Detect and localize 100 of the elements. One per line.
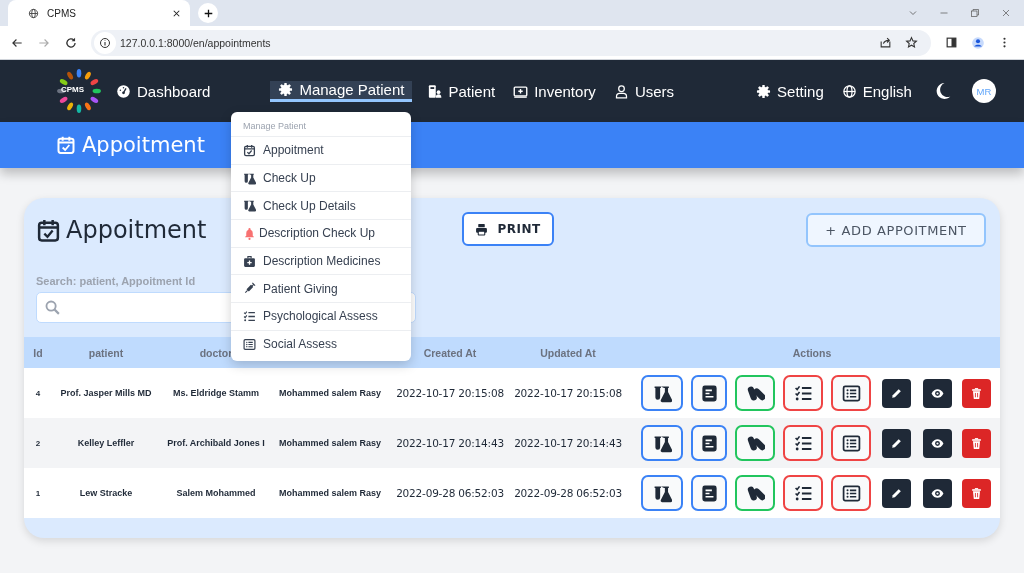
tab-title: CPMS bbox=[47, 7, 77, 19]
user-icon bbox=[613, 83, 629, 99]
nav-link[interactable]: Setting bbox=[756, 81, 824, 101]
menu-item[interactable]: Social Assess bbox=[231, 329, 411, 358]
globe-icon bbox=[28, 7, 39, 19]
social-button[interactable] bbox=[831, 475, 871, 511]
gear-icon bbox=[278, 82, 294, 97]
calendar-check-icon bbox=[36, 217, 61, 243]
nav-link[interactable]: English bbox=[841, 81, 912, 101]
view-button[interactable] bbox=[923, 378, 952, 408]
menu-item[interactable]: Check Up bbox=[231, 163, 411, 192]
assess-button[interactable] bbox=[783, 475, 823, 511]
table-cell-text: 2022-09-28 06:52:03 bbox=[395, 487, 505, 499]
flask-icon bbox=[652, 433, 672, 453]
column-header: Updated At bbox=[539, 346, 597, 359]
search-label: Search: patient, Appoitment Id bbox=[36, 275, 197, 287]
delete-button[interactable] bbox=[962, 478, 991, 508]
menu-item[interactable]: Patient Giving bbox=[231, 274, 411, 303]
menu-item[interactable]: Appoitment bbox=[231, 136, 411, 164]
edit-button[interactable] bbox=[882, 378, 911, 408]
calendar-check-icon bbox=[243, 143, 256, 157]
menu-item[interactable]: Psychological Assess bbox=[231, 302, 411, 330]
medkit-icon bbox=[243, 254, 256, 268]
checkup-button[interactable] bbox=[641, 475, 683, 511]
table-cell-text: Prof. Archibald Jones I bbox=[166, 438, 266, 448]
flask-icon bbox=[652, 483, 672, 503]
side-panel-icon[interactable] bbox=[945, 36, 958, 49]
details-button[interactable] bbox=[691, 425, 727, 461]
nav-link[interactable]: Users bbox=[613, 81, 675, 101]
medicine-button[interactable] bbox=[735, 375, 775, 411]
document-icon bbox=[699, 483, 719, 503]
flask-icon bbox=[243, 199, 256, 213]
checkup-button[interactable] bbox=[641, 375, 683, 411]
column-header: Id bbox=[32, 346, 44, 359]
table-cell-text: Mohammed salem Rasy bbox=[277, 388, 382, 398]
pencil-icon bbox=[890, 386, 903, 400]
list-icon bbox=[243, 337, 256, 351]
print-button[interactable]: PRINT bbox=[462, 212, 554, 246]
view-button[interactable] bbox=[923, 478, 952, 508]
menu-item[interactable]: Check Up Details bbox=[231, 191, 411, 220]
list-icon bbox=[841, 383, 861, 403]
inbox-icon bbox=[513, 83, 529, 99]
delete-button[interactable] bbox=[962, 378, 991, 408]
ribbon-ring-icon bbox=[56, 68, 102, 114]
edit-button[interactable] bbox=[882, 428, 911, 458]
table-cell-text: 2022-10-17 20:14:43 bbox=[513, 437, 623, 449]
list-icon bbox=[841, 483, 861, 503]
assess-button[interactable] bbox=[783, 375, 823, 411]
view-button[interactable] bbox=[923, 428, 952, 458]
checklist-icon bbox=[243, 309, 256, 323]
nav-link[interactable]: Patient bbox=[427, 81, 496, 101]
social-button[interactable] bbox=[831, 375, 871, 411]
info-icon[interactable] bbox=[99, 36, 111, 49]
nav-link[interactable]: Dashboard bbox=[116, 81, 211, 101]
table-cell-text: 2 bbox=[34, 438, 42, 448]
menu-item[interactable]: Description Medicines bbox=[231, 246, 411, 275]
share-icon[interactable] bbox=[879, 36, 892, 49]
social-button[interactable] bbox=[831, 425, 871, 461]
reload-icon[interactable] bbox=[64, 35, 78, 50]
add-button[interactable]: + ADD APPOITMENT bbox=[806, 213, 986, 247]
table-cell-text: Mohammed salem Rasy bbox=[277, 488, 382, 498]
nav-link[interactable]: Inventory bbox=[513, 81, 596, 101]
gauge-icon bbox=[116, 83, 131, 99]
browser-tab[interactable]: CPMS bbox=[8, 0, 190, 26]
checklist-icon bbox=[793, 483, 813, 503]
profile-icon[interactable] bbox=[971, 35, 985, 50]
table-cell-text: Mohammed salem Rasy bbox=[277, 438, 382, 448]
address-bar[interactable]: 127.0.0.1:8000/en/appointments bbox=[91, 29, 931, 56]
medicine-button[interactable] bbox=[735, 425, 775, 461]
nav-link[interactable]: Manage Patient bbox=[270, 80, 413, 102]
table-cell-text: Ms. Eldridge Stamm bbox=[172, 388, 260, 398]
table-cell-text: Salem Mohammed bbox=[175, 488, 257, 498]
column-header: patient bbox=[87, 346, 125, 359]
table-cell-text: 2022-10-17 20:14:43 bbox=[395, 437, 505, 449]
details-button[interactable] bbox=[691, 475, 727, 511]
delete-button[interactable] bbox=[962, 428, 991, 458]
logo-text: CPMS bbox=[61, 85, 85, 94]
details-button[interactable] bbox=[691, 375, 727, 411]
printer-icon bbox=[475, 222, 489, 236]
trash-icon bbox=[970, 486, 983, 500]
search-icon bbox=[44, 299, 61, 316]
edit-button[interactable] bbox=[882, 478, 911, 508]
star-icon[interactable] bbox=[905, 36, 918, 49]
syringe-icon bbox=[243, 282, 256, 296]
assess-button[interactable] bbox=[783, 425, 823, 461]
table-cell-text: Prof. Jasper Mills MD bbox=[59, 388, 153, 398]
checkup-button[interactable] bbox=[641, 425, 683, 461]
menu-item[interactable]: Description Check Up bbox=[231, 219, 411, 247]
list-icon bbox=[841, 433, 861, 453]
trash-icon bbox=[970, 436, 983, 450]
calendar-check-icon bbox=[56, 135, 76, 155]
table-cell-text: Lew Stracke bbox=[78, 488, 134, 498]
checklist-icon bbox=[793, 383, 813, 403]
table-cell-text: Kelley Leffler bbox=[76, 438, 136, 448]
medicine-button[interactable] bbox=[735, 475, 775, 511]
new-tab-button[interactable] bbox=[198, 3, 218, 23]
restore-icon[interactable] bbox=[969, 7, 981, 19]
card-title: Appoitment bbox=[66, 216, 207, 244]
trash-icon bbox=[970, 386, 983, 400]
flask-icon bbox=[243, 171, 256, 185]
